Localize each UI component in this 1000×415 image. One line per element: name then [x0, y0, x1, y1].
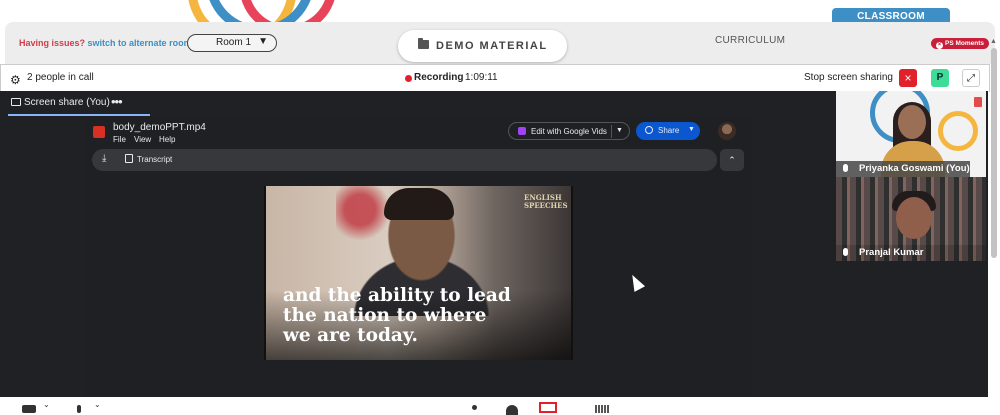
menu-file[interactable]: File — [113, 135, 126, 144]
scrollbar-thumb[interactable] — [991, 48, 997, 258]
caption-line: and the ability to lead — [283, 285, 511, 306]
tab-screen-share[interactable]: Screen share (You) ••• — [8, 94, 150, 116]
gear-icon[interactable]: ⚙ — [10, 73, 21, 87]
tab-curriculum[interactable]: CURRICULUM — [715, 35, 785, 46]
watermark-line: SPEECHES — [524, 201, 568, 210]
caption-line: the nation to where — [283, 305, 487, 326]
shared-drive-viewer: body_demoPPT.mp4 File View Help Edit wit… — [84, 116, 753, 397]
participant-name: Priyanka Goswami (You) — [859, 163, 970, 174]
edit-with-google-vids-label: Edit with Google Vids — [531, 127, 607, 136]
room-select-value: Room 1 — [216, 37, 252, 48]
recording-dot-icon — [405, 75, 412, 82]
microphone-icon[interactable] — [77, 405, 81, 413]
ps-moments-badge[interactable]: × PS Moments — [931, 38, 990, 49]
video-watermark: ENGLISH SPEECHES — [524, 194, 568, 210]
people-count: 2 people in call — [27, 72, 94, 83]
mouse-cursor-icon — [626, 272, 646, 292]
video-caption: and the ability to lead the nation to wh… — [283, 286, 563, 346]
menu-view[interactable]: View — [134, 135, 151, 144]
participant-avatar-button[interactable]: P — [931, 69, 949, 87]
screen-share-tab-label: Screen share (You) — [24, 97, 110, 108]
chevron-down-icon[interactable]: ▼ — [688, 126, 695, 133]
recording-timer: 1:09:11 — [465, 72, 498, 83]
video-player[interactable]: ENGLISH SPEECHES and the ability to lead… — [264, 186, 573, 360]
room-select[interactable]: Room 1 ▼ — [187, 34, 277, 52]
keyboard-icon[interactable] — [595, 405, 609, 413]
participant-tile-self[interactable]: Priyanka Goswami (You) — [836, 91, 986, 177]
share-tab-row: Screen share (You) ••• — [0, 91, 835, 116]
participant-name-bar: Pranjal Kumar — [836, 245, 986, 261]
download-icon[interactable]: ⤓ — [102, 153, 106, 164]
transcript-icon — [125, 154, 133, 163]
chevron-down-icon[interactable]: ⌄ — [43, 400, 50, 409]
collapse-button[interactable]: ⌃ — [720, 149, 744, 171]
share-label: Share — [658, 126, 680, 135]
divider — [611, 125, 612, 138]
avatar[interactable] — [718, 122, 736, 140]
bottom-toolbar: ⌄ ⌄ — [0, 397, 1000, 415]
transcript-button[interactable]: Transcript — [137, 155, 172, 164]
close-icon: × — [936, 42, 943, 49]
more-options-icon[interactable]: ••• — [111, 94, 123, 109]
stop-share-button[interactable]: × — [899, 69, 917, 87]
monitor-icon — [11, 98, 21, 106]
participant-tile-remote[interactable]: Pranjal Kumar — [836, 177, 986, 261]
expand-icon[interactable]: ⤢ — [962, 69, 980, 87]
demo-material-button[interactable]: DEMO MATERIAL — [398, 30, 567, 62]
caption-line: we are today. — [283, 325, 418, 346]
microphone-icon — [843, 248, 848, 256]
video-file-icon — [93, 126, 105, 138]
chevron-down-icon[interactable]: ⌄ — [94, 400, 101, 409]
ps-moments-label: PS Moments — [945, 40, 985, 47]
folder-icon — [418, 38, 429, 49]
room-top-bar: Having issues? switch to alternate room … — [5, 22, 995, 64]
participant-name-bar: Priyanka Goswami (You) — [836, 161, 970, 177]
stop-screen-sharing-label[interactable]: Stop screen sharing — [804, 72, 893, 83]
participant-face — [898, 105, 926, 139]
file-name: body_demoPPT.mp4 — [113, 122, 206, 133]
demo-material-label: DEMO MATERIAL — [436, 40, 548, 52]
hand-icon[interactable] — [472, 405, 477, 410]
globe-icon — [645, 126, 653, 134]
issues-text: Having issues? — [19, 38, 86, 48]
issues-notice: Having issues? switch to alternate room — [19, 38, 192, 48]
menu-help[interactable]: Help — [159, 135, 175, 144]
recording-label: Recording — [414, 72, 464, 83]
camera-icon[interactable] — [22, 405, 36, 413]
edit-with-google-vids-button[interactable]: Edit with Google Vids ▼ — [508, 122, 630, 140]
chevron-down-icon[interactable]: ▼ — [616, 127, 623, 134]
background-arc — [938, 111, 978, 151]
chevron-down-icon: ▼ — [258, 36, 268, 47]
microphone-icon — [843, 164, 848, 172]
brand-logo-icon — [974, 97, 982, 107]
call-status-bar: ⚙ 2 people in call Recording 1:09:11 Sto… — [0, 64, 990, 92]
scroll-up-arrow-icon[interactable]: ▲ — [990, 38, 997, 45]
vids-icon — [518, 127, 526, 135]
screen-share-area: Screen share (You) ••• body_demoPPT.mp4 … — [0, 91, 988, 397]
viewer-toolbar: ⤓ Transcript — [92, 149, 717, 171]
switch-room-link[interactable]: switch to alternate room — [88, 38, 192, 48]
video-speaker-hair — [384, 188, 454, 220]
stop-share-icon[interactable] — [539, 402, 557, 413]
avatar-icon[interactable] — [506, 405, 518, 415]
share-button[interactable]: Share ▼ — [636, 122, 700, 140]
participant-face — [896, 197, 932, 239]
participant-name: Pranjal Kumar — [859, 247, 924, 258]
